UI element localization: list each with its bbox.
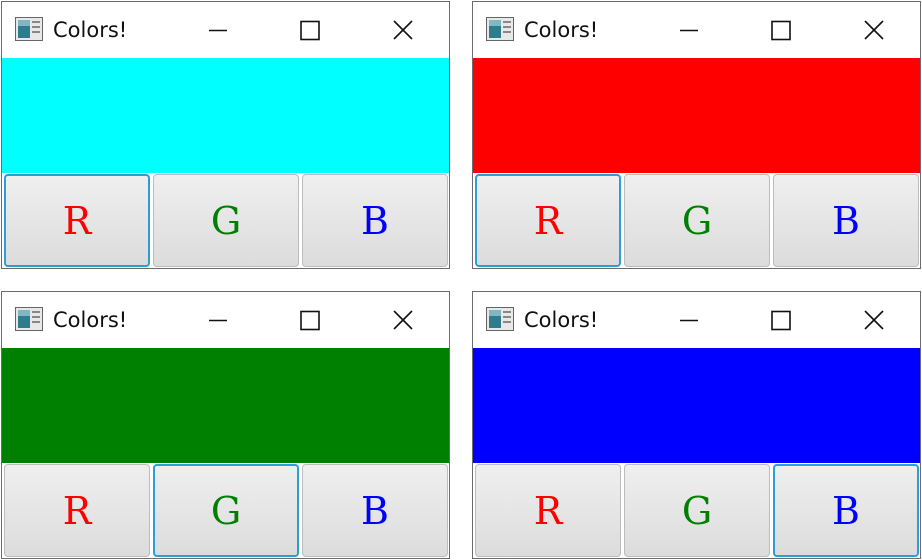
app-window-icon xyxy=(15,17,43,41)
window-title: Colors! xyxy=(53,18,128,42)
close-icon[interactable] xyxy=(382,12,422,48)
g-button[interactable]: G xyxy=(624,464,770,557)
g-button[interactable]: G xyxy=(624,174,770,267)
app-window-icon xyxy=(15,307,43,331)
g-button[interactable]: G xyxy=(153,464,299,557)
title-bar[interactable]: Colors! xyxy=(473,292,920,348)
b-button[interactable]: B xyxy=(302,174,448,267)
colors-window: Colors! R G B xyxy=(1,291,450,559)
r-button[interactable]: R xyxy=(475,464,621,557)
title-bar[interactable]: Colors! xyxy=(2,2,449,58)
b-button[interactable]: B xyxy=(773,174,919,267)
color-swatch xyxy=(473,348,920,463)
close-icon[interactable] xyxy=(853,12,893,48)
maximize-icon[interactable] xyxy=(289,302,329,338)
minimize-icon[interactable] xyxy=(669,302,709,338)
colors-window: Colors! R G B xyxy=(1,1,450,269)
r-button[interactable]: R xyxy=(4,174,150,267)
window-title: Colors! xyxy=(524,308,599,332)
r-button[interactable]: R xyxy=(4,464,150,557)
close-icon[interactable] xyxy=(382,302,422,338)
minimize-icon[interactable] xyxy=(198,12,238,48)
minimize-icon[interactable] xyxy=(669,12,709,48)
window-title: Colors! xyxy=(524,18,599,42)
minimize-icon[interactable] xyxy=(198,302,238,338)
r-button[interactable]: R xyxy=(475,174,621,267)
title-bar[interactable]: Colors! xyxy=(2,292,449,348)
app-window-icon xyxy=(486,17,514,41)
b-button[interactable]: B xyxy=(302,464,448,557)
window-title: Colors! xyxy=(53,308,128,332)
maximize-icon[interactable] xyxy=(760,12,800,48)
close-icon[interactable] xyxy=(853,302,893,338)
color-swatch xyxy=(473,58,920,173)
title-bar[interactable]: Colors! xyxy=(473,2,920,58)
colors-window: Colors! R G B xyxy=(472,1,921,269)
g-button[interactable]: G xyxy=(153,174,299,267)
color-swatch xyxy=(2,348,449,463)
color-swatch xyxy=(2,58,449,173)
maximize-icon[interactable] xyxy=(760,302,800,338)
b-button[interactable]: B xyxy=(773,464,919,557)
maximize-icon[interactable] xyxy=(289,12,329,48)
app-window-icon xyxy=(486,307,514,331)
colors-window: Colors! R G B xyxy=(472,291,921,559)
